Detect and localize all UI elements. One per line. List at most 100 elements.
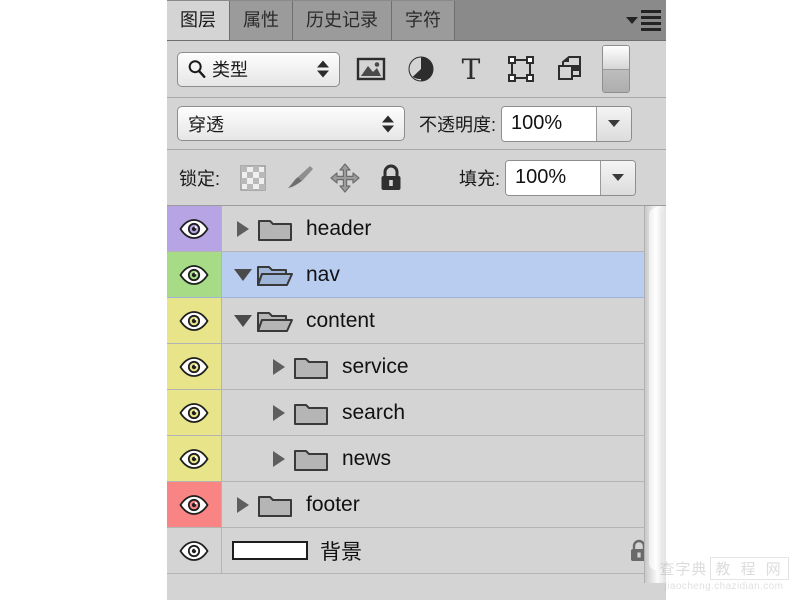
- fill-control[interactable]: 100%: [505, 160, 636, 196]
- folder-closed-icon: [293, 445, 329, 473]
- layer-list[interactable]: header nav content service search news footer 背…: [167, 206, 666, 583]
- layer-row-body[interactable]: search: [222, 390, 666, 435]
- layer-visibility-toggle[interactable]: [167, 344, 222, 389]
- opacity-control[interactable]: 100%: [501, 106, 632, 142]
- filter-type-select[interactable]: 类型: [177, 52, 340, 87]
- lock-label: 锁定:: [179, 165, 220, 191]
- layer-row-body[interactable]: header: [222, 206, 666, 251]
- layer-visibility-toggle[interactable]: [167, 206, 222, 251]
- twisty-expanded-icon[interactable]: [230, 298, 256, 343]
- panel-bottom-strip: [167, 583, 666, 600]
- pixel-layer-filter-icon[interactable]: [346, 47, 396, 91]
- folder-closed-icon: [257, 491, 293, 519]
- layer-name[interactable]: news: [342, 447, 391, 471]
- layer-name[interactable]: 背景: [320, 536, 362, 566]
- smart-object-filter-icon[interactable]: [546, 47, 596, 91]
- layer-row-body[interactable]: service: [222, 344, 666, 389]
- eye-icon: [179, 357, 209, 377]
- layers-panel: 图层 属性 历史记录 字符 类型: [167, 0, 666, 583]
- blend-opacity-row: 穿透 不透明度: 100%: [167, 98, 666, 150]
- layer-name[interactable]: content: [306, 309, 375, 333]
- lock-all-icon[interactable]: [375, 162, 407, 194]
- watermark-suffix: 教 程 网: [710, 557, 788, 580]
- layer-visibility-toggle[interactable]: [167, 482, 222, 527]
- layer-row-service[interactable]: service: [167, 344, 666, 390]
- layer-visibility-toggle[interactable]: [167, 528, 222, 573]
- screenshot-root: 图层 属性 历史记录 字符 类型: [0, 0, 800, 600]
- twisty-collapsed-icon[interactable]: [266, 436, 292, 481]
- layer-row-body[interactable]: 背景: [222, 528, 666, 573]
- twisty-collapsed-icon[interactable]: [266, 390, 292, 435]
- opacity-label: 不透明度:: [419, 111, 496, 137]
- tab-bar-filler: [455, 1, 620, 40]
- chevron-down-icon: [612, 174, 624, 181]
- layer-row-body[interactable]: footer: [222, 482, 666, 527]
- adjustment-layer-filter-icon[interactable]: [396, 47, 446, 91]
- twisty-collapsed-icon[interactable]: [230, 206, 256, 251]
- opacity-input[interactable]: 100%: [502, 107, 596, 141]
- fill-input[interactable]: 100%: [506, 161, 600, 195]
- layer-row-footer[interactable]: footer: [167, 482, 666, 528]
- layer-name[interactable]: header: [306, 217, 371, 241]
- layer-row-body[interactable]: news: [222, 436, 666, 481]
- layer-name[interactable]: search: [342, 401, 405, 425]
- eye-icon: [179, 219, 209, 239]
- fill-dropdown-button[interactable]: [600, 161, 635, 195]
- layer-thumbnail: [256, 490, 294, 520]
- eye-icon: [179, 265, 209, 285]
- panel-tab-bar: 图层 属性 历史记录 字符: [167, 0, 666, 41]
- tab-properties[interactable]: 属性: [230, 1, 293, 40]
- lock-image-pixels-icon[interactable]: [283, 162, 315, 194]
- layer-row-news[interactable]: news: [167, 436, 666, 482]
- layer-row-nav[interactable]: nav: [167, 252, 666, 298]
- tab-properties-label: 属性: [243, 10, 279, 30]
- layer-row-背景[interactable]: 背景: [167, 528, 666, 574]
- layer-row-search[interactable]: search: [167, 390, 666, 436]
- opacity-dropdown-button[interactable]: [596, 107, 631, 141]
- layer-row-header[interactable]: header: [167, 206, 666, 252]
- shape-layer-filter-icon[interactable]: [496, 47, 546, 91]
- hamburger-menu-icon: [641, 10, 661, 31]
- blend-mode-stepper[interactable]: [382, 115, 394, 132]
- toggle-top: [603, 46, 629, 70]
- tab-layers-label: 图层: [180, 10, 216, 30]
- type-layer-filter-icon[interactable]: T: [446, 47, 496, 91]
- scrollbar-thumb[interactable]: [649, 208, 663, 570]
- layer-thumbnail: [256, 306, 294, 336]
- filter-enable-toggle[interactable]: [602, 45, 630, 93]
- lock-position-icon[interactable]: [329, 162, 361, 194]
- layer-name[interactable]: service: [342, 355, 409, 379]
- layer-visibility-toggle[interactable]: [167, 252, 222, 297]
- blend-mode-value: 穿透: [188, 111, 224, 137]
- layer-list-scrollbar[interactable]: [644, 206, 666, 583]
- layer-name[interactable]: nav: [306, 263, 340, 287]
- layer-name[interactable]: footer: [306, 493, 360, 517]
- eye-icon: [179, 403, 209, 423]
- svg-text:T: T: [462, 54, 481, 84]
- watermark-brand: 查字典: [659, 558, 707, 579]
- twisty-collapsed-icon[interactable]: [230, 482, 256, 527]
- blend-mode-select[interactable]: 穿透: [177, 106, 405, 141]
- filter-type-stepper[interactable]: [317, 61, 329, 78]
- tab-history[interactable]: 历史记录: [293, 1, 392, 40]
- layer-visibility-toggle[interactable]: [167, 436, 222, 481]
- panel-menu-button[interactable]: [620, 1, 666, 40]
- tab-layers[interactable]: 图层: [167, 1, 230, 40]
- lock-fill-row: 锁定:: [167, 150, 666, 206]
- layer-visibility-toggle[interactable]: [167, 298, 222, 343]
- layer-visibility-toggle[interactable]: [167, 390, 222, 435]
- layer-row-body[interactable]: content: [222, 298, 666, 343]
- twisty-collapsed-icon[interactable]: [266, 344, 292, 389]
- folder-closed-icon: [293, 399, 329, 427]
- layer-row-content[interactable]: content: [167, 298, 666, 344]
- tab-character[interactable]: 字符: [392, 1, 455, 40]
- eye-icon: [179, 541, 209, 561]
- filter-type-value: 类型: [212, 56, 248, 82]
- folder-closed-icon: [293, 353, 329, 381]
- twisty-expanded-icon[interactable]: [230, 252, 256, 297]
- eye-icon: [179, 495, 209, 515]
- layer-row-body[interactable]: nav: [222, 252, 666, 297]
- lock-transparent-pixels-icon[interactable]: [237, 162, 269, 194]
- layer-filter-row: 类型: [167, 41, 666, 98]
- watermark: 查字典 教 程 网 jiaocheng.chazidian.com: [656, 557, 792, 592]
